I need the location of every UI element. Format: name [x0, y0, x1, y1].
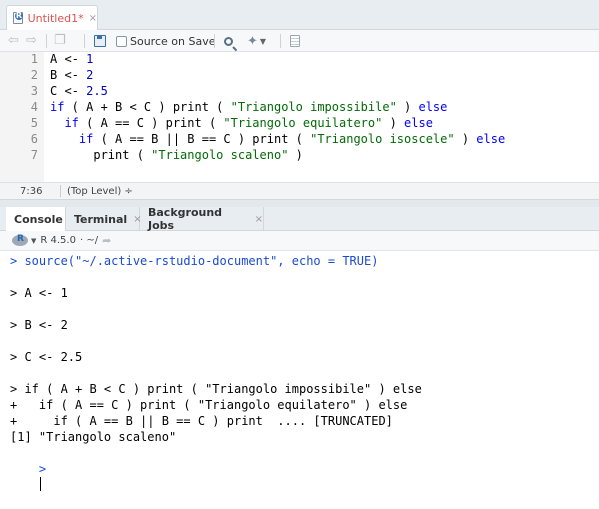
line-number: 6: [30, 132, 38, 146]
toolbar-divider: [214, 34, 215, 48]
code-token-kw: if: [50, 100, 65, 114]
code-token-plain: B <-: [50, 68, 87, 82]
code-token-str: "Triangolo impossibile": [230, 100, 397, 114]
code-token-plain: ): [454, 132, 477, 146]
search-icon: [224, 36, 233, 46]
line-number: 3: [30, 84, 38, 98]
text-cursor: [39, 477, 42, 491]
code-token-kw: else: [418, 100, 448, 114]
console-input-line[interactable]: >: [10, 445, 46, 509]
code-token-str: "Triangolo scaleno": [151, 148, 289, 162]
source-editor[interactable]: 1 2 3 4 5 6 7 A <- 1 B <- 2 C <- 2.5 if …: [0, 52, 599, 182]
r-logo-icon[interactable]: [12, 234, 28, 246]
close-icon[interactable]: ×: [89, 13, 97, 24]
line-number: 7: [30, 148, 38, 162]
code-tools-button[interactable]: ✦ ▼: [247, 33, 266, 49]
console-output[interactable]: > source("~/.active-rstudio-document", e…: [0, 251, 599, 491]
code-token-num: 2: [86, 68, 94, 82]
toolbar-divider: [280, 34, 281, 48]
r-script-file-icon: [13, 12, 23, 24]
source-on-save-checkbox[interactable]: [116, 35, 127, 47]
close-icon[interactable]: ×: [255, 214, 263, 225]
chevron-down-icon: ▼: [259, 36, 267, 46]
forward-arrow-icon[interactable]: ⇨: [26, 33, 40, 49]
console-line: > if ( A + B < C ) print ( "Triangolo im…: [10, 382, 422, 396]
code-line[interactable]: B <- 2: [50, 68, 93, 82]
line-number-gutter: 1 2 3 4 5 6 7: [0, 52, 44, 182]
line-number: 2: [30, 68, 38, 82]
toolbar-divider: [46, 34, 47, 48]
magic-wand-icon: ✦: [247, 33, 258, 49]
scope-dropdown[interactable]: (Top Level) ÷: [67, 186, 133, 197]
tab-label: Terminal: [74, 212, 128, 226]
code-token-kw: if: [64, 116, 79, 130]
code-token-kw: else: [404, 116, 433, 130]
code-line[interactable]: if ( A == B || B == C ) print ( "Triango…: [50, 132, 505, 146]
show-in-window-icon[interactable]: ❐: [54, 33, 68, 49]
source-on-save-toggle[interactable]: Source on Save: [116, 33, 215, 49]
status-divider: [60, 185, 61, 197]
toolbar-divider: [84, 34, 85, 48]
code-token-plain: ( A == C ) print (: [78, 116, 224, 130]
cursor-position: 7:36: [20, 186, 43, 197]
code-token-plain: print (: [50, 148, 152, 162]
editor-tab-untitled1[interactable]: Untitled1* ×: [6, 5, 98, 30]
console-line: + if ( A == B || B == C ) print .... [TR…: [10, 414, 393, 428]
code-token-kw: else: [476, 132, 506, 146]
tab-console[interactable]: Console: [6, 207, 66, 231]
line-number: 4: [30, 100, 38, 114]
line-number: 1: [30, 52, 38, 66]
code-line[interactable]: if ( A + B < C ) print ( "Triangolo impo…: [50, 100, 447, 114]
save-button[interactable]: [94, 33, 106, 49]
code-line[interactable]: if ( A == C ) print ( "Triangolo equilat…: [50, 116, 433, 130]
code-token-plain: ( A + B < C ) print (: [64, 100, 231, 114]
compile-report-button[interactable]: [290, 33, 300, 49]
code-line[interactable]: print ( "Triangolo scaleno" ): [50, 148, 303, 162]
source-on-save-label: Source on Save: [130, 34, 216, 48]
code-token-num: 2.5: [86, 84, 108, 98]
working-directory[interactable]: · ~/: [80, 235, 98, 246]
find-replace-button[interactable]: [224, 33, 233, 49]
code-token-str: "Triangolo isoscele": [310, 132, 455, 146]
code-line[interactable]: C <- 2.5: [50, 84, 108, 98]
console-line: > C <- 2.5: [10, 350, 83, 364]
code-token-plain: C <-: [50, 84, 87, 98]
editor-toolbar: ⇦ ⇨ ❐ Source on Save ✦ ▼: [0, 30, 599, 52]
code-token-plain: ( A == B || B == C ) print (: [93, 132, 311, 146]
tab-label: Console: [14, 212, 63, 226]
back-arrow-icon[interactable]: ⇦: [8, 33, 22, 49]
editor-status-bar: 7:36 (Top Level) ÷: [0, 182, 599, 200]
console-prompt: >: [38, 462, 47, 476]
code-token-plain: A <-: [50, 52, 87, 66]
code-token-plain: ): [382, 116, 405, 130]
save-icon: [94, 35, 106, 47]
tab-terminal[interactable]: Terminal ×: [66, 207, 142, 231]
console-header: ▼ R 4.5.0 · ~/ ➦: [0, 231, 599, 251]
console-line: > B <- 2: [10, 318, 68, 332]
console-tab-bar: Console Terminal × Background Jobs ×: [0, 206, 599, 232]
r-version: R 4.5.0: [40, 235, 76, 246]
console-line: > source("~/.active-rstudio-document", e…: [10, 254, 379, 268]
editor-tab-title: Untitled1*: [27, 11, 84, 25]
console-line: + if ( A == C ) print ( "Triangolo equil…: [10, 398, 408, 412]
code-token-num: 1: [86, 52, 94, 66]
code-token-kw: if: [78, 132, 94, 146]
console-line: > A <- 1: [10, 286, 68, 300]
tab-label: Background Jobs: [148, 206, 223, 232]
editor-tab-bar: Untitled1* ×: [0, 0, 599, 30]
console-line: [1] "Triangolo scaleno": [10, 430, 177, 444]
code-token-plain: ): [288, 148, 303, 162]
chevron-down-icon[interactable]: ▼: [31, 237, 36, 245]
code-line[interactable]: A <- 1: [50, 52, 93, 66]
notebook-icon: [290, 35, 300, 47]
line-number: 5: [30, 116, 38, 130]
code-token-plain: ): [396, 100, 419, 114]
tab-background-jobs[interactable]: Background Jobs ×: [140, 206, 264, 232]
code-token-str: "Triangolo equilatero": [223, 116, 383, 130]
go-to-directory-icon[interactable]: ➦: [102, 234, 111, 247]
pane-splitter[interactable]: [0, 200, 599, 207]
